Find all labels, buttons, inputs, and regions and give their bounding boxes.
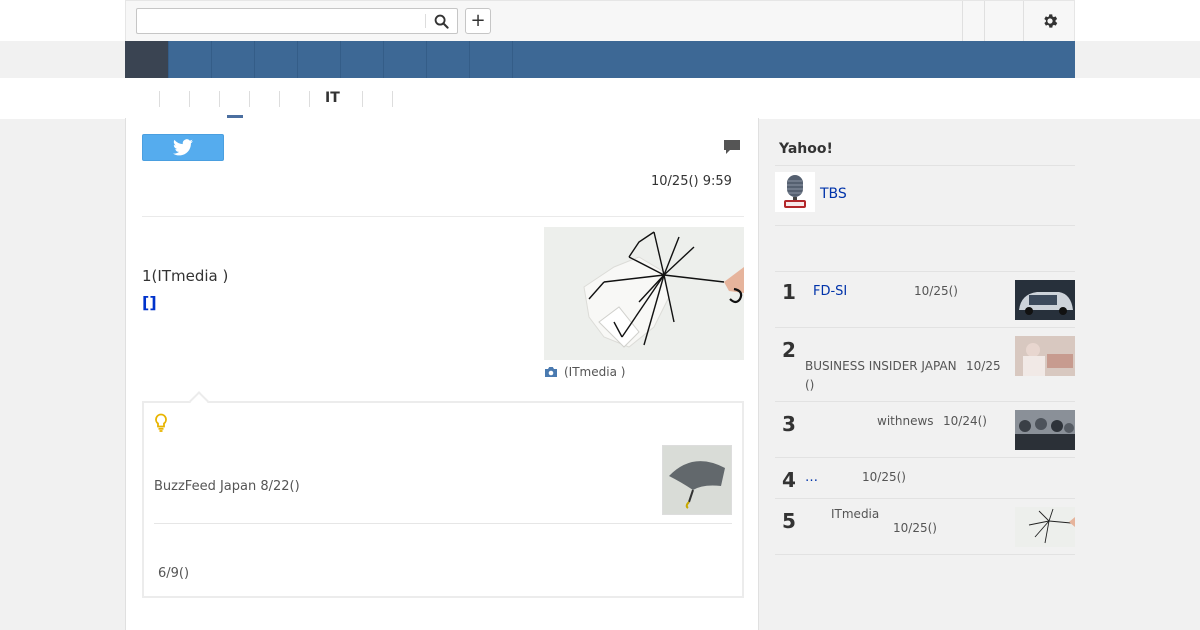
top-bar: + bbox=[0, 0, 1200, 41]
related-item[interactable]: BuzzFeed Japan 8/22() bbox=[154, 479, 300, 494]
photo-caption-text: (ITmedia ) bbox=[564, 365, 626, 379]
related-item[interactable]: 6/9() bbox=[158, 566, 189, 581]
toolbar-divider bbox=[1023, 1, 1024, 41]
divider bbox=[775, 165, 1075, 166]
category-tab[interactable] bbox=[189, 91, 219, 107]
nav-item-home[interactable] bbox=[125, 41, 169, 78]
nav-item[interactable] bbox=[427, 41, 470, 78]
ranking-title: FD-SI bbox=[813, 284, 848, 299]
nav-item[interactable] bbox=[255, 41, 298, 78]
lightbulb-icon bbox=[155, 413, 167, 432]
sidebar-title: Yahoo! bbox=[779, 141, 833, 157]
ranking-meta: 10/25() bbox=[893, 521, 937, 535]
search-box bbox=[136, 8, 458, 34]
nav-item[interactable] bbox=[169, 41, 212, 78]
people-thumbnail bbox=[1015, 336, 1075, 376]
ranking-item-1[interactable]: 1 FD-SI 10/25() bbox=[775, 272, 1075, 327]
tweet-button[interactable] bbox=[142, 134, 224, 161]
ranking-title: … bbox=[805, 470, 818, 485]
ranking-thumbnail bbox=[1015, 507, 1075, 547]
divider bbox=[154, 523, 732, 524]
rank-number: 4 bbox=[782, 468, 796, 492]
ranking-meta: 10/24() bbox=[943, 414, 987, 428]
ranking-meta: 10/25() bbox=[862, 470, 906, 484]
umbrella-thumbnail bbox=[663, 446, 731, 514]
nav-item[interactable] bbox=[341, 41, 384, 78]
umbrella-thumbnail bbox=[1015, 507, 1075, 547]
search-input[interactable] bbox=[137, 9, 425, 33]
category-tab[interactable] bbox=[279, 91, 309, 107]
settings-button[interactable] bbox=[1036, 9, 1064, 33]
comment-icon bbox=[724, 140, 740, 154]
ranking-meta: 10/25() bbox=[914, 284, 958, 298]
gear-icon bbox=[1044, 14, 1058, 28]
toolbar-divider bbox=[962, 1, 963, 41]
article-photo[interactable] bbox=[544, 227, 744, 360]
twitter-bird-icon bbox=[173, 139, 193, 156]
article-date: 10/25() 9:59 bbox=[651, 174, 732, 189]
nav-item[interactable] bbox=[298, 41, 341, 78]
category-tab[interactable] bbox=[249, 91, 279, 107]
related-articles-box: BuzzFeed Japan 8/22() 6/9() bbox=[142, 391, 744, 598]
rank-number: 1 bbox=[782, 280, 796, 304]
article-link[interactable]: [] bbox=[142, 293, 157, 312]
photo-caption: (ITmedia ) bbox=[544, 365, 625, 379]
main-nav bbox=[125, 41, 1075, 78]
ranking-item-3[interactable]: 3 withnews 10/24() bbox=[775, 402, 1075, 457]
nav-item[interactable] bbox=[384, 41, 427, 78]
ranking-title: withnews bbox=[877, 414, 934, 428]
article-panel: 10/25() 9:59 1(ITmedia ) [] (ITmedia) B… bbox=[125, 118, 759, 630]
search-button[interactable] bbox=[429, 11, 453, 31]
related-thumbnail[interactable] bbox=[662, 445, 732, 515]
category-tabs bbox=[0, 78, 1200, 119]
category-tab-divider bbox=[392, 91, 393, 107]
umbrella-photo bbox=[544, 227, 744, 360]
ranking-title: BUSINESS INSIDER JAPAN bbox=[805, 359, 957, 373]
toolbar-divider bbox=[984, 1, 985, 41]
ranking-thumbnail bbox=[1015, 280, 1075, 320]
divider bbox=[775, 554, 1075, 555]
comment-button[interactable] bbox=[723, 139, 741, 160]
add-button[interactable]: + bbox=[465, 8, 491, 34]
vehicle-thumbnail bbox=[1015, 280, 1075, 320]
nav-item[interactable] bbox=[212, 41, 255, 78]
ranking-item-5[interactable]: 5 ITmedia 10/25() bbox=[775, 499, 1075, 554]
search-icon bbox=[434, 14, 449, 29]
ranking-item-2[interactable]: 2 BUSINESS INSIDER JAPAN 10/25 () bbox=[775, 328, 1075, 401]
rank-number: 2 bbox=[782, 338, 796, 362]
camera-icon bbox=[545, 367, 557, 377]
category-tab[interactable] bbox=[159, 91, 189, 107]
related-notch bbox=[189, 391, 209, 411]
ranking-thumbnail bbox=[1015, 336, 1075, 376]
lightbulb-icon-wrap bbox=[154, 413, 168, 437]
divider bbox=[142, 216, 744, 217]
top-bar-inner: + bbox=[125, 0, 1075, 41]
search-divider bbox=[425, 14, 426, 28]
ranking-title: ITmedia bbox=[831, 507, 880, 521]
category-tab[interactable] bbox=[362, 91, 392, 107]
rank-number: 5 bbox=[782, 509, 796, 533]
rank-number: 3 bbox=[782, 412, 796, 436]
divider bbox=[775, 225, 1075, 226]
category-tab[interactable] bbox=[219, 91, 249, 107]
nav-item[interactable] bbox=[470, 41, 513, 78]
article-source: 1(ITmedia ) bbox=[142, 267, 229, 285]
category-label-it[interactable]: IT bbox=[325, 90, 340, 106]
ranking-item-4[interactable]: 4 … 10/25() bbox=[775, 458, 1075, 498]
crowd-thumbnail bbox=[1015, 410, 1075, 450]
ranking-meta: 10/25 bbox=[966, 359, 1001, 373]
microphone-logo bbox=[775, 172, 815, 212]
ranking-meta: () bbox=[805, 378, 815, 392]
provider-name[interactable]: TBS bbox=[820, 186, 847, 202]
ranking-thumbnail bbox=[1015, 410, 1075, 450]
provider-logo[interactable] bbox=[775, 172, 815, 212]
